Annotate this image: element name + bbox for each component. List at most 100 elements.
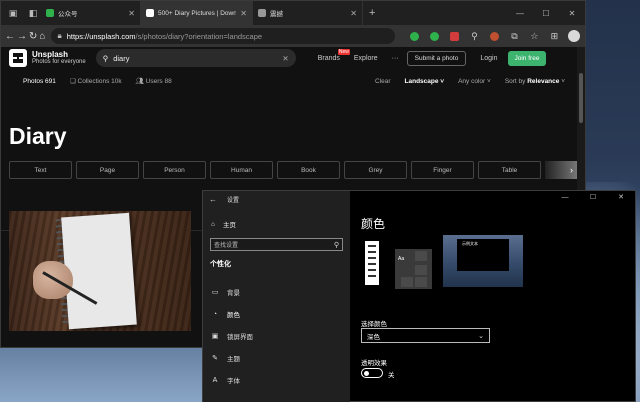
- nav-brands[interactable]: Brands New: [317, 48, 350, 62]
- related-chip[interactable]: Page: [76, 161, 139, 179]
- color-value: Any color: [458, 77, 486, 85]
- home-nav-item[interactable]: ⌂ 主页: [203, 207, 350, 230]
- tab-strip: ▣ ◧ 公众号 ✕ 500+ Diary Pictures | Download…: [1, 1, 585, 25]
- sidebar-item-themes[interactable]: ✎ 主题: [203, 347, 350, 369]
- nav-brands-label: Brands: [317, 54, 340, 62]
- close-window-icon[interactable]: ✕: [559, 9, 585, 18]
- brand-tagline: Photos for everyone: [32, 59, 86, 66]
- nav-more-button[interactable]: ···: [392, 55, 399, 62]
- users-icon: 👥︎: [135, 78, 146, 85]
- login-link[interactable]: Login: [480, 55, 497, 62]
- maximize-icon[interactable]: ☐: [533, 9, 559, 18]
- tab-collections[interactable]: ❏ Collections 10k: [70, 77, 122, 85]
- lock-icon: 🔒︎: [57, 31, 62, 40]
- back-icon[interactable]: ←: [209, 195, 217, 204]
- chevron-right-icon[interactable]: ›: [545, 161, 577, 179]
- tab-unsplash[interactable]: 500+ Diary Pictures | Download ✕: [141, 1, 253, 25]
- tab-actions-icon[interactable]: ▣: [5, 5, 21, 21]
- preview-desktop: 示例文本: [443, 235, 523, 287]
- sidebar-item-lock-screen[interactable]: ▣ 锁屏界面: [203, 325, 350, 347]
- close-icon[interactable]: ✕: [350, 9, 357, 18]
- sidebar-item-label: 锁屏界面: [227, 334, 253, 341]
- extension-badge-icon[interactable]: [485, 27, 503, 45]
- extension-wechat-icon[interactable]: [425, 27, 443, 45]
- tab-other[interactable]: 震撼 ✕: [253, 1, 363, 25]
- preview-sidebar: [365, 241, 379, 285]
- transparency-state: 关: [388, 372, 395, 379]
- nav-explore[interactable]: Explore: [354, 55, 378, 62]
- forward-icon[interactable]: →: [17, 27, 27, 45]
- clear-search-icon[interactable]: ✕: [282, 54, 288, 63]
- clear-filters-button[interactable]: Clear: [375, 78, 391, 85]
- related-chip[interactable]: Grey: [344, 161, 407, 179]
- minimize-icon[interactable]: —: [551, 191, 579, 205]
- color-mode-dropdown[interactable]: 深色 ⌄: [361, 328, 490, 343]
- sort-prefix: Sort by: [504, 77, 526, 85]
- sidebar-item-fonts[interactable]: A 字体: [203, 369, 350, 391]
- tab-title: 震撼: [270, 11, 283, 18]
- submit-photo-button[interactable]: Submit a photo: [406, 50, 467, 66]
- filter-bar: Photos 691 ❏ Collections 10k 👥︎ Users 88…: [1, 69, 585, 93]
- transparency-toggle[interactable]: [361, 368, 383, 378]
- collections-icon: ❏: [69, 78, 78, 85]
- related-chip[interactable]: Text: [9, 161, 72, 179]
- search-placeholder: 查找设置: [214, 243, 239, 249]
- profile-avatar-icon[interactable]: [565, 27, 583, 45]
- related-chip[interactable]: Person: [143, 161, 206, 179]
- search-icon: ⚲: [102, 53, 109, 63]
- back-icon[interactable]: ←: [5, 27, 15, 45]
- extension-translate-icon[interactable]: ⚲: [465, 27, 483, 45]
- related-chip[interactable]: Table: [478, 161, 541, 179]
- brand[interactable]: Unsplash Photos for everyone: [32, 49, 86, 66]
- settings-search-input[interactable]: 查找设置 ⚲: [210, 238, 343, 251]
- tab-users-label: Users 88: [145, 78, 172, 85]
- sidebar-item-label: 颜色: [227, 312, 240, 319]
- more-menu-icon[interactable]: ···: [585, 27, 586, 45]
- toggle-knob: [364, 371, 369, 376]
- home-icon[interactable]: ⌂: [39, 27, 45, 45]
- tab-photos[interactable]: Photos 691: [23, 78, 56, 85]
- photo-result[interactable]: [9, 211, 191, 331]
- preview-tile: Aa: [395, 249, 432, 289]
- collections-toolbar-icon[interactable]: ⊞: [545, 27, 563, 45]
- preview-tile-label: Aa: [398, 256, 405, 262]
- close-icon[interactable]: ✕: [240, 9, 247, 18]
- collections-icon[interactable]: ◧: [25, 5, 41, 21]
- scrollbar-thumb[interactable]: [579, 73, 583, 123]
- related-searches: Text Page Person Human Book Grey Finger …: [1, 161, 585, 179]
- close-icon[interactable]: ✕: [128, 9, 135, 18]
- new-badge: New: [337, 48, 350, 55]
- url-host: https://unsplash.com: [66, 31, 136, 41]
- orientation-dropdown[interactable]: Landscape ˅: [405, 78, 445, 85]
- unsplash-logo-icon[interactable]: [9, 49, 27, 67]
- orientation-value: Landscape: [404, 77, 439, 85]
- lock-screen-icon: ▣: [211, 333, 219, 340]
- new-tab-button[interactable]: +: [363, 7, 381, 19]
- favorites-icon[interactable]: ☆: [525, 27, 543, 45]
- split-screen-icon[interactable]: ⧉: [505, 27, 523, 45]
- sidebar-item-colors[interactable]: ◔ 颜色: [203, 303, 350, 325]
- preview-window-text: 示例文本: [462, 241, 478, 246]
- related-chip[interactable]: Finger: [411, 161, 474, 179]
- maximize-icon[interactable]: ☐: [579, 191, 607, 205]
- minimize-icon[interactable]: —: [507, 9, 533, 18]
- extension-shield-icon[interactable]: [445, 27, 463, 45]
- choose-color-label: 选择颜色: [361, 321, 387, 328]
- close-icon[interactable]: ✕: [607, 191, 635, 205]
- search-input[interactable]: ⚲ diary ✕: [95, 49, 296, 67]
- preview-start-menu: Aa: [361, 235, 441, 293]
- extension-green-icon[interactable]: [405, 27, 423, 45]
- refresh-icon[interactable]: ↻: [29, 27, 37, 45]
- sort-dropdown[interactable]: Sort by Relevance ˅: [505, 78, 565, 85]
- tab-users[interactable]: 👥︎ Users 88: [136, 77, 172, 85]
- url-field[interactable]: 🔒︎ https://unsplash.com/s/photos/diary?o…: [51, 28, 396, 44]
- sidebar-item-label: 字体: [227, 378, 240, 385]
- related-chip[interactable]: Book: [277, 161, 340, 179]
- join-free-button[interactable]: Join free: [507, 50, 547, 66]
- color-dropdown[interactable]: Any color ˅: [458, 78, 491, 85]
- related-chip[interactable]: Human: [210, 161, 273, 179]
- tab-title: 500+ Diary Pictures | Download: [158, 9, 237, 17]
- brand-name: Unsplash: [32, 49, 69, 59]
- tab-wechat[interactable]: 公众号 ✕: [41, 1, 141, 25]
- sidebar-item-background[interactable]: ▭ 背景: [203, 281, 350, 303]
